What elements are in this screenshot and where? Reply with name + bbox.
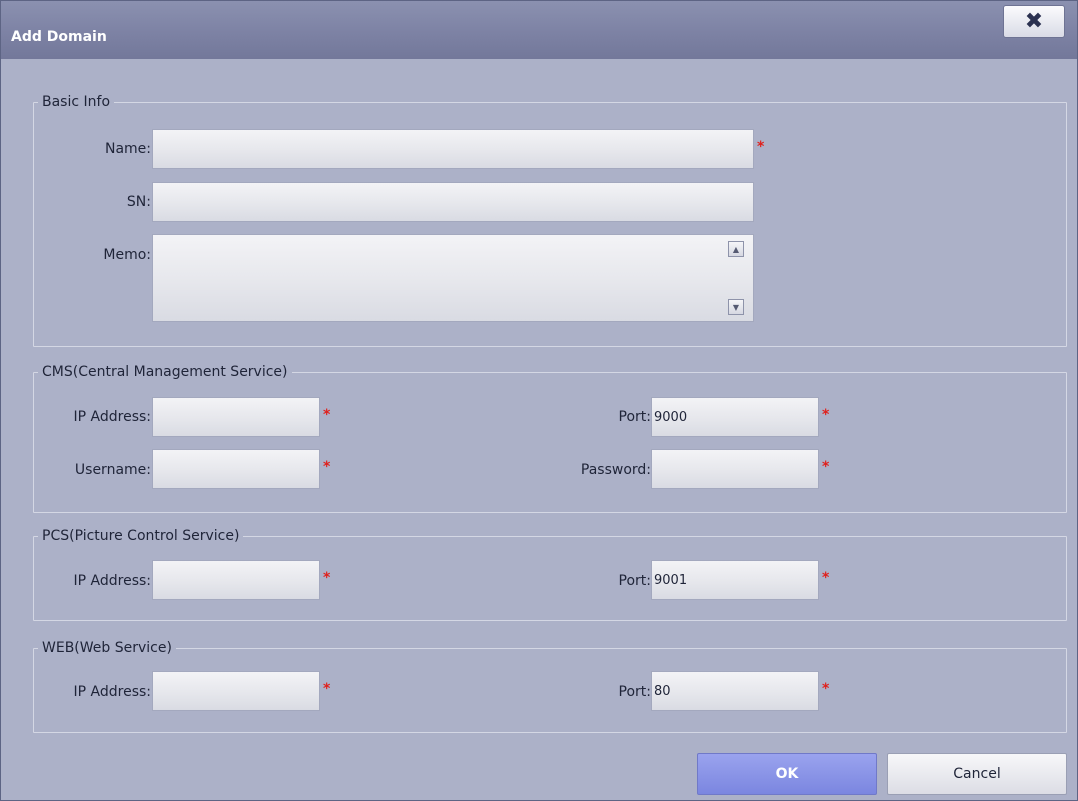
close-button[interactable]: ✖ xyxy=(1003,5,1065,38)
basic-info-legend: Basic Info xyxy=(42,94,111,110)
memo-scroll-down-button[interactable]: ▼ xyxy=(728,299,744,315)
pcs-ip-required-marker: * xyxy=(323,570,331,586)
pcs-port-required-marker: * xyxy=(822,570,830,586)
web-ip-required-marker: * xyxy=(323,681,331,697)
arrow-up-icon: ▲ xyxy=(732,244,740,254)
name-label: Name: xyxy=(104,141,151,157)
web-legend: WEB(Web Service) xyxy=(42,640,172,656)
web-port-label: Port: xyxy=(618,684,651,700)
cms-ip-field[interactable] xyxy=(152,397,320,437)
pcs-ip-field[interactable] xyxy=(152,560,320,600)
cms-password-required-marker: * xyxy=(822,459,830,475)
pcs-ip-label: IP Address: xyxy=(73,573,152,589)
cms-legend: CMS(Central Management Service) xyxy=(42,364,288,380)
arrow-down-icon: ▼ xyxy=(732,302,740,312)
memo-scroll-up-button[interactable]: ▲ xyxy=(728,241,744,257)
pcs-port-field[interactable] xyxy=(651,560,819,600)
ok-button[interactable]: OK xyxy=(697,753,877,795)
dialog-title: Add Domain xyxy=(11,29,107,45)
pcs-port-label: Port: xyxy=(618,573,651,589)
cms-username-field[interactable] xyxy=(152,449,320,489)
close-icon: ✖ xyxy=(1024,9,1044,34)
web-ip-field[interactable] xyxy=(152,671,320,711)
cms-ip-label: IP Address: xyxy=(73,409,152,425)
add-domain-dialog: Add Domain ✖ Basic Info Name: * SN: Memo… xyxy=(0,0,1078,801)
pcs-legend: PCS(Picture Control Service) xyxy=(42,528,240,544)
web-port-field[interactable] xyxy=(651,671,819,711)
cms-group: CMS(Central Management Service) xyxy=(33,365,1067,513)
web-port-required-marker: * xyxy=(822,681,830,697)
cms-port-label: Port: xyxy=(618,409,651,425)
cancel-button[interactable]: Cancel xyxy=(887,753,1067,795)
sn-label: SN: xyxy=(126,194,151,210)
sn-field[interactable] xyxy=(152,182,754,222)
web-ip-label: IP Address: xyxy=(73,684,152,700)
memo-textarea[interactable] xyxy=(152,234,754,322)
title-bar[interactable]: Add Domain ✖ xyxy=(1,1,1077,59)
cms-username-label: Username: xyxy=(74,462,151,478)
cms-password-label: Password: xyxy=(580,462,651,478)
cms-ip-required-marker: * xyxy=(323,407,331,423)
name-required-marker: * xyxy=(757,139,765,155)
cms-port-required-marker: * xyxy=(822,407,830,423)
cms-password-field[interactable] xyxy=(651,449,819,489)
cms-port-field[interactable] xyxy=(651,397,819,437)
cms-username-required-marker: * xyxy=(323,459,331,475)
name-field[interactable] xyxy=(152,129,754,169)
memo-label: Memo: xyxy=(103,247,151,263)
